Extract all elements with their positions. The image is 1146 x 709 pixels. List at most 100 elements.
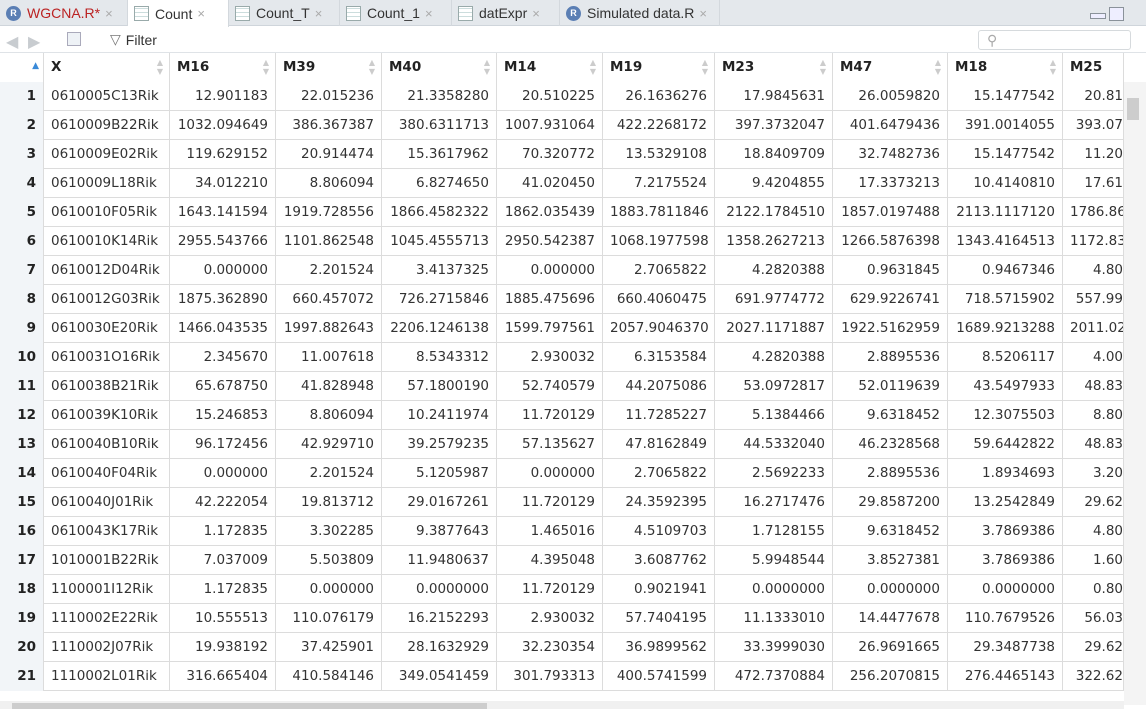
sort-icon[interactable]: ▲ ▼ <box>484 58 490 76</box>
value-cell: 380.6311713 <box>382 111 497 140</box>
value-cell: 386.367387 <box>276 111 382 140</box>
value-cell: 11.007618 <box>276 343 382 372</box>
back-arrow-icon[interactable]: ◀ <box>6 32 18 52</box>
tab-bar: R WGCNA.R* × Count × Count_T × Count_1 × datExpr ×… <box>0 0 1146 27</box>
column-header-M14[interactable]: M14 ▲ ▼ <box>497 53 603 82</box>
value-cell: 2.201524 <box>276 256 382 285</box>
sort-icon[interactable]: ▲ <box>32 62 39 71</box>
sort-icon[interactable]: ▲ ▼ <box>820 58 826 76</box>
column-header-M19[interactable]: M19 ▲ ▼ <box>603 53 715 82</box>
close-icon[interactable]: × <box>699 6 707 21</box>
gene-id-cell: 0610040B10Rik <box>44 430 170 459</box>
value-cell: 0.000000 <box>497 459 603 488</box>
value-cell: 16.2717476 <box>715 488 833 517</box>
value-cell: 8.5343312 <box>382 343 497 372</box>
tab-label: Simulated data.R <box>587 5 695 21</box>
value-cell: 1466.043535 <box>170 314 276 343</box>
value-cell: 8.80 <box>1063 401 1124 430</box>
search-icon: ⚲ <box>987 32 998 48</box>
sort-icon[interactable]: ▲ ▼ <box>157 58 163 76</box>
value-cell: 9.4204855 <box>715 169 833 198</box>
tab-count[interactable]: Count × <box>128 0 229 27</box>
tab-label: Count_T <box>256 5 310 21</box>
tab-count-1[interactable]: Count_1 × <box>340 0 452 26</box>
close-icon[interactable]: × <box>197 6 205 21</box>
row-number: 8 <box>0 285 44 314</box>
sort-icon[interactable]: ▲ ▼ <box>369 58 375 76</box>
column-label: M14 <box>504 59 537 75</box>
column-header-M47[interactable]: M47 ▲ ▼ <box>833 53 948 82</box>
value-cell: 0.000000 <box>170 459 276 488</box>
sort-icon[interactable]: ▲ ▼ <box>935 58 941 76</box>
column-header-M39[interactable]: M39 ▲ ▼ <box>276 53 382 82</box>
forward-arrow-icon[interactable]: ▶ <box>28 32 40 52</box>
filter-button[interactable]: ▽ Filter <box>110 31 157 48</box>
column-label: M23 <box>722 59 755 75</box>
table-row: 3 0610009E02Rik 119.629152 20.914474 15.3617… <box>0 140 1124 169</box>
value-cell: 1885.475696 <box>497 285 603 314</box>
sort-icon[interactable]: ▲ ▼ <box>702 58 708 76</box>
value-cell: 119.629152 <box>170 140 276 169</box>
tab-wgcna-r-[interactable]: R WGCNA.R* × <box>0 0 128 26</box>
value-cell: 1.172835 <box>170 517 276 546</box>
value-cell: 18.8409709 <box>715 140 833 169</box>
value-cell: 41.828948 <box>276 372 382 401</box>
popout-icon[interactable] <box>67 32 81 46</box>
value-cell: 4.395048 <box>497 546 603 575</box>
value-cell: 4.2820388 <box>715 343 833 372</box>
tab-count-t[interactable]: Count_T × <box>229 0 340 26</box>
row-number: 9 <box>0 314 44 343</box>
value-cell: 2.8895536 <box>833 343 948 372</box>
column-header-index[interactable]: ▲ <box>0 53 44 82</box>
value-cell: 52.0119639 <box>833 372 948 401</box>
value-cell: 52.740579 <box>497 372 603 401</box>
value-cell: 33.3999030 <box>715 633 833 662</box>
tab-datexpr[interactable]: datExpr × <box>452 0 560 26</box>
close-icon[interactable]: × <box>105 6 113 21</box>
value-cell: 110.076179 <box>276 604 382 633</box>
value-cell: 1032.094649 <box>170 111 276 140</box>
search-input[interactable]: ⚲ <box>978 30 1131 50</box>
scroll-thumb[interactable] <box>1127 98 1139 120</box>
close-icon[interactable]: × <box>315 6 323 21</box>
maximize-button[interactable] <box>1109 7 1124 21</box>
value-cell: 2027.1171887 <box>715 314 833 343</box>
value-cell: 256.2070815 <box>833 662 948 691</box>
sort-icon[interactable]: ▲ ▼ <box>263 58 269 76</box>
vertical-scrollbar[interactable] <box>1124 82 1146 705</box>
sort-icon[interactable]: ▲ ▼ <box>590 58 596 76</box>
row-number: 2 <box>0 111 44 140</box>
value-cell: 1266.5876398 <box>833 227 948 256</box>
table-row: 1 0610005C13Rik 12.901183 22.015236 21.33582… <box>0 82 1124 111</box>
value-cell: 15.246853 <box>170 401 276 430</box>
column-header-M18[interactable]: M18 ▲ ▼ <box>948 53 1063 82</box>
value-cell: 29.62 <box>1063 633 1124 662</box>
value-cell: 322.62 <box>1063 662 1124 691</box>
gene-id-cell: 0610010F05Rik <box>44 198 170 227</box>
value-cell: 10.555513 <box>170 604 276 633</box>
close-icon[interactable]: × <box>425 6 433 21</box>
column-header-M25[interactable]: M25 <box>1063 53 1124 82</box>
value-cell: 12.901183 <box>170 82 276 111</box>
scroll-thumb[interactable] <box>12 703 487 709</box>
gene-id-cell: 1110002J07Rik <box>44 633 170 662</box>
close-icon[interactable]: × <box>532 6 540 21</box>
filter-label: Filter <box>125 31 157 48</box>
value-cell: 3.8527381 <box>833 546 948 575</box>
minimize-button[interactable] <box>1090 13 1106 19</box>
tab-simulated-data-r[interactable]: R Simulated data.R × <box>560 0 720 26</box>
row-number: 1 <box>0 82 44 111</box>
column-header-M16[interactable]: M16 ▲ ▼ <box>170 53 276 82</box>
value-cell: 36.9899562 <box>603 633 715 662</box>
value-cell: 42.929710 <box>276 430 382 459</box>
value-cell: 48.83 <box>1063 372 1124 401</box>
column-header-M40[interactable]: M40 ▲ ▼ <box>382 53 497 82</box>
value-cell: 629.9226741 <box>833 285 948 314</box>
value-cell: 393.07 <box>1063 111 1124 140</box>
column-header-M23[interactable]: M23 ▲ ▼ <box>715 53 833 82</box>
sort-icon[interactable]: ▲ ▼ <box>1050 58 1056 76</box>
column-header-X[interactable]: X ▲ ▼ <box>44 53 170 82</box>
horizontal-scrollbar[interactable] <box>0 701 1124 709</box>
table-row: 9 0610030E20Rik 1466.043535 1997.882643 2206… <box>0 314 1124 343</box>
value-cell: 59.6442822 <box>948 430 1063 459</box>
